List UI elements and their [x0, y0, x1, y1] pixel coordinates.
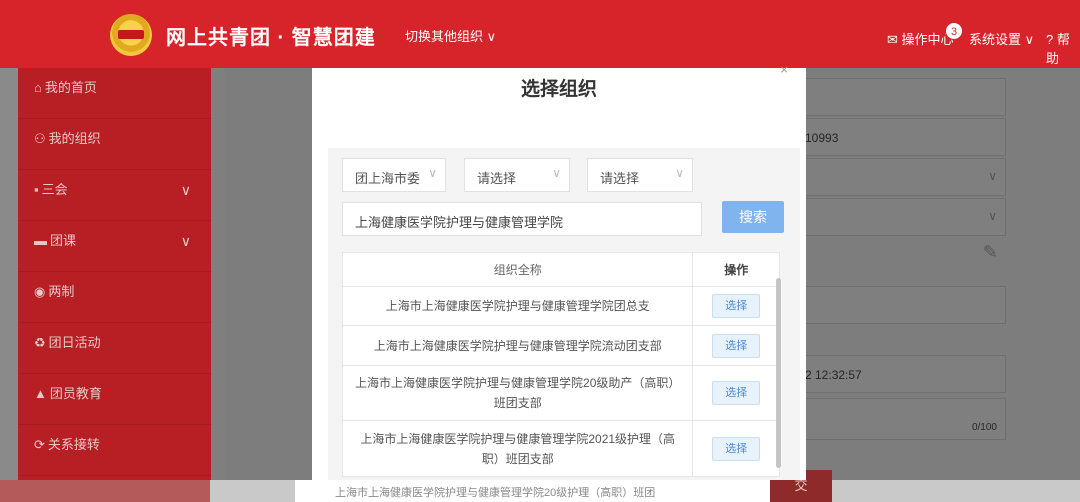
modal-body: 团上海市委 ∨ 请选择 ∨ 请选择 ∨ 上海健康医学院护理与健康管理学院 搜索 …: [328, 148, 800, 480]
table-row: 上海市上海健康医学院护理与健康管理学院2021级护理（高职）班团支部 选择: [343, 421, 779, 476]
bg-char-counter: 0/100: [971, 422, 997, 433]
org-search-input[interactable]: 上海健康医学院护理与健康管理学院: [342, 202, 702, 236]
bg-datetime-value: 2 12:32:57: [805, 368, 862, 382]
notification-badge: 3: [945, 22, 963, 40]
select-org-button[interactable]: 选择: [712, 436, 761, 461]
sidebar-item-two-systems[interactable]: ◉ 两制: [18, 272, 211, 323]
col-header-op: 操作: [724, 263, 749, 277]
sidebar-item-label: 团日活动: [48, 335, 101, 350]
sidebar-item-label: 三会: [41, 182, 68, 197]
select-org-button[interactable]: 选择: [712, 294, 761, 318]
bg-field-id: 10993: [796, 118, 1006, 156]
org-table: 组织全称 操作 上海市上海健康医学院护理与健康管理学院团总支 选择 上海市上海健…: [342, 252, 780, 477]
sidebar-item-label: 关系接转: [47, 437, 100, 452]
circle-icon: ◉: [34, 284, 46, 299]
org-name-cell: 上海市上海健康医学院护理与健康管理学院2021级护理（高职）班团支部: [343, 421, 694, 476]
chevron-down-icon: ∨: [552, 166, 561, 180]
sidebar-item-education[interactable]: ▲ 团员教育: [18, 374, 211, 425]
sidebar-item-course[interactable]: ▬ 团课 ∨: [18, 221, 211, 272]
select-value: 请选择: [600, 171, 640, 186]
sidebar-item-transfer[interactable]: ⟳ 关系接转: [18, 425, 211, 476]
edit-icon: ✎: [982, 242, 998, 262]
chevron-down-icon: ∨: [988, 209, 997, 223]
sidebar: ⌂ 我的首页 ⚇ 我的组织 ▪ 三会 ∨ ▬ 团课 ∨ ◉ 两制 ♻ 团日活动 ▲ 团员教育 ⟳ 关…: [18, 68, 211, 502]
bg-textarea: 0/100: [796, 398, 1006, 440]
page-left-strip: [0, 68, 18, 502]
help-link[interactable]: ? 帮助: [1046, 29, 1080, 67]
chevron-down-icon: ∨: [675, 166, 684, 180]
select-org-modal: × 选择组织 团上海市委 ∨ 请选择 ∨ 请选择 ∨ 上海健康医学院护理与健康管…: [312, 62, 806, 480]
table-row: 上海市上海健康医学院护理与健康管理学院流动团支部 选择: [343, 326, 779, 366]
edit-icon: ▪: [34, 182, 39, 197]
youth-league-logo-icon: [110, 14, 152, 56]
search-button[interactable]: 搜索: [722, 201, 784, 233]
settings-dropdown[interactable]: 系统设置 ∨: [969, 29, 1034, 48]
folder-icon: ▬: [34, 233, 47, 248]
bg-field-1: [796, 78, 1006, 116]
bottom-strip-left: [0, 480, 210, 502]
sidebar-item-label: 团课: [50, 233, 77, 248]
sidebar-item-activities[interactable]: ♻ 团日活动: [18, 323, 211, 374]
sidebar-item-label: 我的组织: [48, 131, 101, 146]
chevron-down-icon: ∨: [180, 182, 191, 198]
home-icon: ⌂: [34, 80, 42, 95]
org-name-cell: 上海市上海健康医学院护理与健康管理学院20级助产（高职）班团支部: [343, 366, 694, 420]
sidebar-item-my-org[interactable]: ⚇ 我的组织: [18, 119, 211, 170]
select-org-button[interactable]: 选择: [712, 333, 761, 358]
switch-org-dropdown[interactable]: 切换其他组织 ∨: [405, 26, 496, 45]
bg-field-4: [796, 286, 1006, 324]
chevron-down-icon: ∨: [988, 169, 997, 183]
brand-title: 网上共青团 · 智慧团建: [166, 27, 376, 49]
table-scrollbar[interactable]: [776, 278, 781, 468]
sidebar-item-meetings[interactable]: ▪ 三会 ∨: [18, 170, 211, 221]
users-icon: ⚇: [34, 131, 46, 146]
sidebar-item-label: 团员教育: [49, 386, 102, 401]
org-level3-select[interactable]: 请选择 ∨: [587, 158, 693, 192]
ops-center-link[interactable]: ✉ 操作中心: [887, 29, 954, 48]
select-org-button[interactable]: 选择: [712, 381, 761, 405]
table-header: 组织全称 操作: [343, 253, 779, 287]
bg-select-2: ∨: [796, 198, 1006, 236]
col-header-name: 组织全称: [343, 253, 694, 286]
org-name-cell: 上海市上海健康医学院护理与健康管理学院流动团支部: [343, 326, 694, 365]
table-row: 上海市上海健康医学院护理与健康管理学院团总支 选择: [343, 287, 779, 326]
org-name-cell: 上海市上海健康医学院护理与健康管理学院团总支: [343, 287, 694, 325]
sidebar-item-home[interactable]: ⌂ 我的首页: [18, 68, 211, 119]
recycle-icon: ♻: [34, 335, 46, 350]
org-level1-select[interactable]: 团上海市委 ∨: [342, 158, 446, 192]
select-value: 团上海市委: [355, 171, 421, 186]
bg-edit-row: ✎: [796, 238, 1006, 276]
refresh-icon: ⟳: [34, 437, 45, 452]
sidebar-item-label: 我的首页: [44, 80, 97, 95]
top-header: 网上共青团 · 智慧团建 切换其他组织 ∨ ✉ 操作中心 3 系统设置 ∨ ? …: [0, 0, 1080, 68]
chevron-down-icon: ∨: [428, 166, 437, 180]
chevron-down-icon: ∨: [180, 233, 191, 249]
overflow-row-text: 上海市上海健康医学院护理与健康管理学院20级护理（高职）班团: [295, 480, 770, 502]
org-level2-select[interactable]: 请选择 ∨: [464, 158, 570, 192]
select-value: 请选择: [477, 171, 517, 186]
sidebar-item-label: 两制: [48, 284, 75, 299]
modal-title: 选择组织: [520, 79, 597, 100]
bg-field-datetime: 2 12:32:57: [796, 355, 1006, 393]
bg-select-1: ∨: [796, 158, 1006, 196]
bg-id-value: 10993: [805, 131, 839, 145]
graduation-icon: ▲: [34, 386, 47, 401]
table-row: 上海市上海健康医学院护理与健康管理学院20级助产（高职）班团支部 选择: [343, 366, 779, 421]
